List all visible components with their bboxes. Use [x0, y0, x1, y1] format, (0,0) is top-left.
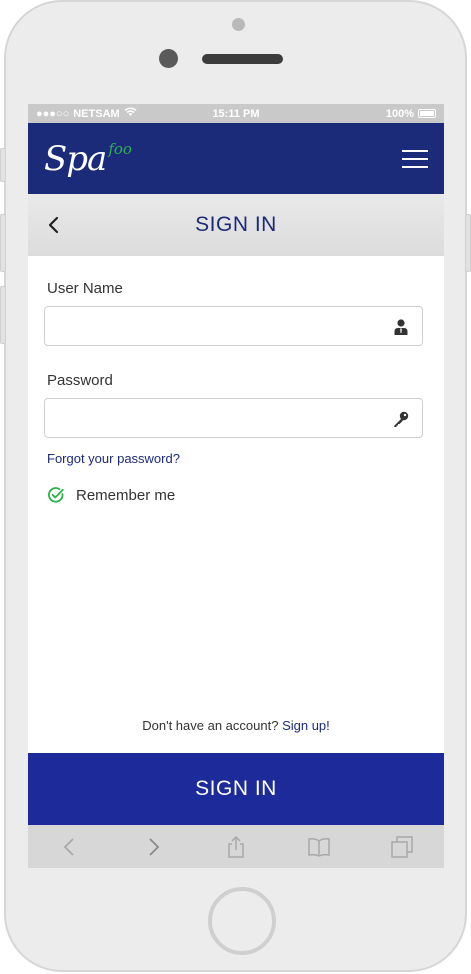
- chevron-left-icon[interactable]: [44, 215, 64, 235]
- wifi-icon: [124, 107, 137, 120]
- password-label: Password: [47, 372, 113, 389]
- sign-in-button[interactable]: SIGN IN: [28, 753, 444, 825]
- logo-main-text: Spa: [44, 138, 107, 179]
- title-bar: SIGN IN: [28, 194, 444, 256]
- app-header: Spa foo: [28, 123, 444, 194]
- logo-sub-text: foo: [108, 139, 132, 158]
- mute-switch: [0, 148, 6, 182]
- signup-prompt-text: Don't have an account?: [142, 718, 279, 733]
- user-icon: [394, 319, 408, 335]
- forgot-password-link[interactable]: Forgot your password?: [47, 451, 444, 466]
- signup-link[interactable]: Sign up!: [282, 718, 330, 733]
- home-button[interactable]: [208, 887, 276, 955]
- hamburger-icon[interactable]: [402, 149, 428, 168]
- spafoo-logo[interactable]: Spa foo: [44, 138, 132, 179]
- status-bar: ●●●○○ NETSAM 15:11 PM 100%: [28, 104, 444, 123]
- battery-percent: 100%: [385, 107, 414, 120]
- status-left: ●●●○○ NETSAM: [36, 107, 169, 120]
- username-input[interactable]: [45, 307, 422, 345]
- carrier-name: NETSAM: [73, 107, 120, 120]
- volume-up-button: [0, 214, 6, 272]
- back-icon[interactable]: [58, 835, 82, 859]
- share-icon[interactable]: [224, 835, 248, 859]
- password-input[interactable]: [45, 399, 422, 437]
- status-time: 15:11 PM: [212, 107, 260, 120]
- earpiece-speaker: [202, 54, 283, 64]
- key-icon: [394, 411, 409, 427]
- bookmarks-icon[interactable]: [307, 835, 331, 859]
- remember-me-toggle[interactable]: Remember me: [47, 486, 444, 504]
- sign-in-form: User Name Password Forgot your password?: [28, 256, 444, 504]
- username-field-wrapper: [44, 306, 423, 346]
- tabs-icon[interactable]: [390, 835, 414, 859]
- forward-icon[interactable]: [141, 835, 165, 859]
- front-camera: [232, 18, 245, 31]
- status-right: 100%: [303, 108, 436, 120]
- password-field-wrapper: [44, 398, 423, 438]
- remember-me-label: Remember me: [76, 486, 176, 504]
- username-label: User Name: [47, 280, 123, 297]
- sensor: [159, 49, 178, 68]
- signup-prompt-line: Don't have an account? Sign up!: [28, 718, 444, 733]
- page-title: SIGN IN: [195, 213, 277, 236]
- power-button: [465, 214, 471, 272]
- browser-toolbar: [28, 825, 444, 868]
- signal-dots-icon: ●●●○○: [36, 107, 70, 120]
- screen: ●●●○○ NETSAM 15:11 PM 100% Spa foo SIGN …: [28, 104, 444, 868]
- volume-down-button: [0, 286, 6, 344]
- check-circle-icon[interactable]: [47, 486, 65, 504]
- battery-icon: [417, 109, 436, 118]
